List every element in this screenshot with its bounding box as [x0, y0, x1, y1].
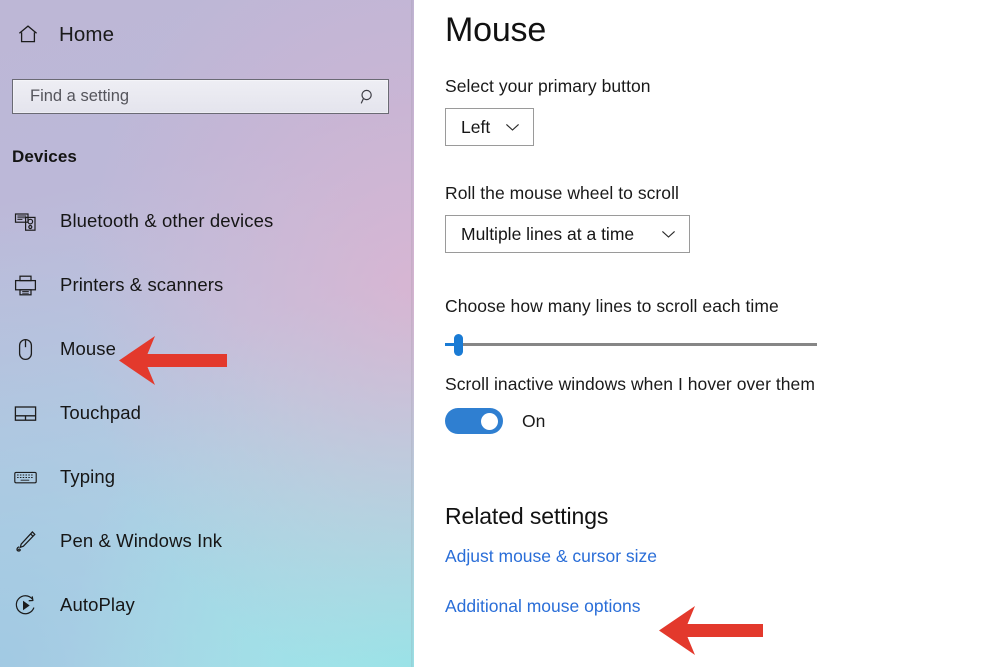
search-icon[interactable] [358, 87, 378, 107]
link-additional-mouse-options[interactable]: Additional mouse options [445, 596, 641, 617]
search-box[interactable] [12, 79, 389, 114]
chevron-down-icon [661, 229, 676, 239]
sidebar-item-label: Touchpad [60, 402, 142, 423]
wheel-scroll-label: Roll the mouse wheel to scroll [445, 183, 679, 203]
bluetooth-devices-icon [12, 208, 38, 234]
printer-icon [12, 272, 38, 298]
slider-track[interactable] [445, 343, 817, 346]
settings-window: Home Devices [0, 0, 1000, 667]
inactive-scroll-toggle[interactable] [445, 408, 503, 434]
sidebar-item-label: Bluetooth & other devices [60, 210, 274, 231]
search-input[interactable] [30, 87, 358, 106]
sidebar-item-touchpad[interactable]: Touchpad [0, 381, 414, 445]
sidebar-item-label: Printers & scanners [60, 274, 224, 295]
sidebar-item-pen-windows-ink[interactable]: Pen & Windows Ink [0, 509, 414, 573]
sidebar-divider [411, 0, 414, 667]
sidebar-item-typing[interactable]: Typing [0, 445, 414, 509]
sidebar-item-label: Pen & Windows Ink [60, 530, 223, 551]
sidebar-item-printers-scanners[interactable]: Printers & scanners [0, 253, 414, 317]
home-icon [16, 22, 42, 48]
sidebar-item-mouse[interactable]: Mouse [0, 317, 414, 381]
lines-to-scroll-label: Choose how many lines to scroll each tim… [445, 296, 779, 316]
primary-button-setting: Select your primary button Left [445, 76, 1000, 146]
page-title: Mouse [445, 11, 547, 49]
pen-icon [12, 528, 38, 554]
home-label: Home [59, 23, 115, 46]
primary-button-label: Select your primary button [445, 76, 651, 96]
sidebar-item-bluetooth-other-devices[interactable]: Bluetooth & other devices [0, 189, 414, 253]
sidebar-item-autoplay[interactable]: AutoPlay [0, 573, 414, 637]
sidebar-item-label: Mouse [60, 338, 117, 359]
sidebar-nav: Bluetooth & other devices Printers & sca… [0, 189, 414, 637]
primary-button-dropdown[interactable]: Left [445, 108, 534, 146]
related-settings-title: Related settings [445, 503, 609, 529]
settings-sidebar: Home Devices [0, 0, 414, 667]
lines-to-scroll-setting: Choose how many lines to scroll each tim… [445, 296, 1000, 356]
mouse-icon [12, 336, 38, 362]
toggle-knob [481, 412, 498, 430]
keyboard-icon [12, 464, 38, 490]
wheel-scroll-value: Multiple lines at a time [461, 223, 635, 244]
chevron-down-icon [505, 122, 520, 132]
touchpad-icon [12, 400, 38, 426]
inactive-scroll-toggle-row: On [445, 408, 1000, 434]
autoplay-icon [12, 592, 38, 618]
sidebar-item-label: AutoPlay [60, 594, 135, 615]
inactive-scroll-label: Scroll inactive windows when I hover ove… [445, 374, 815, 394]
inactive-scroll-setting: Scroll inactive windows when I hover ove… [445, 374, 1000, 434]
wheel-scroll-setting: Roll the mouse wheel to scroll Multiple … [445, 183, 1000, 253]
sidebar-item-label: Typing [60, 466, 116, 487]
home-nav-item[interactable]: Home [0, 0, 414, 53]
link-adjust-mouse-cursor-size[interactable]: Adjust mouse & cursor size [445, 546, 657, 567]
primary-button-value: Left [461, 116, 491, 137]
wheel-scroll-dropdown[interactable]: Multiple lines at a time [445, 215, 690, 253]
settings-content-pane: Mouse Select your primary button Left Ro… [414, 0, 1000, 667]
sidebar-section-title: Devices [12, 147, 77, 166]
inactive-scroll-state: On [522, 410, 546, 431]
lines-to-scroll-slider[interactable] [445, 334, 817, 356]
related-settings-section: Related settings Adjust mouse & cursor s… [445, 503, 1000, 617]
slider-thumb[interactable] [454, 334, 463, 356]
